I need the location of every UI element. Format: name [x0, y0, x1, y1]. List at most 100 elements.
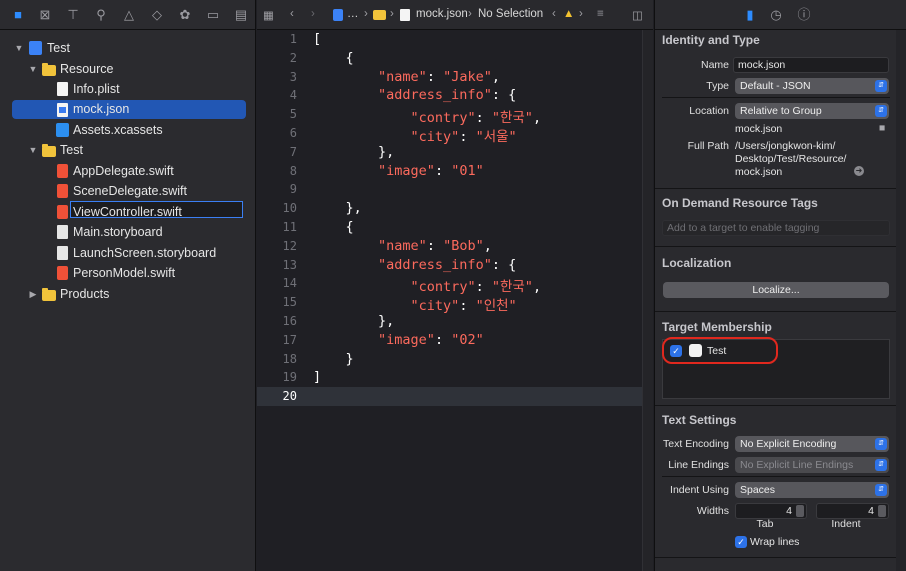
wrap-lines-checkbox[interactable]: ✓ [735, 536, 747, 548]
jump-selection[interactable]: No Selection [478, 8, 543, 20]
type-popup-value: Default - JSON [740, 80, 811, 92]
tree-item-products[interactable]: ▶ Products [0, 284, 256, 304]
line-number: 5 [289, 107, 297, 122]
folder-icon [42, 144, 56, 157]
folder-icon[interactable] [373, 10, 386, 20]
localize-button[interactable]: Localize... [663, 282, 889, 298]
tree-item-scenedelegate[interactable]: SceneDelegate.swift [0, 181, 256, 201]
disclosure-down-icon[interactable]: ▼ [28, 140, 38, 160]
code-line[interactable]: "name": "Bob", [313, 238, 492, 254]
code-line[interactable]: }, [313, 200, 362, 216]
line-number: 17 [282, 332, 297, 347]
code-line[interactable]: "name": "Jake", [313, 69, 500, 85]
code-line[interactable]: "contry": "한국", [313, 106, 542, 126]
disclosure-down-icon[interactable]: ▼ [28, 59, 38, 79]
reveal-arrow-icon[interactable]: ➜ [854, 166, 864, 176]
line-number: 15 [282, 295, 297, 310]
tree-item-main-storyboard[interactable]: Main.storyboard [0, 222, 256, 242]
tree-item-viewcontroller[interactable]: ViewController.swift [0, 202, 256, 222]
tree-item-test-folder[interactable]: ▼ Test [0, 140, 256, 160]
folder-icon [42, 288, 56, 301]
inspector-scrollbar[interactable] [896, 30, 906, 571]
jump-file[interactable]: mock.json [416, 8, 468, 20]
code-line[interactable]: "city": "서울" [313, 125, 517, 145]
code-line[interactable]: { [313, 50, 354, 66]
source-control-icon[interactable]: ⊠ [37, 7, 53, 23]
next-issue-icon[interactable]: › [579, 8, 583, 20]
code-line[interactable]: "contry": "한국", [313, 275, 542, 295]
tree-item-mock-json[interactable]: mock.json [0, 100, 256, 218]
storyboard-file-icon [57, 225, 68, 239]
code-line[interactable]: } [313, 351, 354, 367]
json-file-icon[interactable] [400, 9, 410, 21]
folder-reveal-icon[interactable]: ■ [879, 122, 885, 134]
search-icon[interactable]: ⚲ [93, 7, 109, 23]
tree-item-personmodel[interactable]: PersonModel.swift [0, 263, 256, 283]
test-diamond-icon[interactable]: ◇ [149, 7, 165, 23]
folder-icon[interactable]: ■ [10, 7, 26, 23]
encoding-popup[interactable]: No Explicit Encoding ⇵ [735, 436, 889, 452]
tags-field[interactable]: Add to a target to enable tagging [662, 220, 890, 236]
indent-width-stepper[interactable]: 4 [816, 503, 889, 519]
tab-width-stepper[interactable]: 4 [735, 503, 807, 519]
jump-ellipsis[interactable]: … [347, 8, 359, 20]
line-endings-popup[interactable]: No Explicit Line Endings ⇵ [735, 457, 889, 473]
line-number: 16 [282, 314, 297, 328]
tree-item-resource-folder[interactable]: ▼ Resource [0, 59, 256, 79]
code-line[interactable]: "address_info": { [313, 87, 516, 103]
line-number: 14 [282, 276, 297, 291]
source-editor[interactable]: ▦ ‹ › … › › mock.json › No Selection ‹ ▲… [257, 0, 653, 571]
code-line[interactable]: "address_info": { [313, 257, 516, 273]
grid-icon[interactable]: ▦ [263, 8, 274, 22]
split-editor-icon[interactable]: ◫ [632, 8, 643, 22]
tab-caption: Tab [756, 518, 774, 530]
code-line[interactable]: [ [313, 31, 321, 47]
tree-item-test-project[interactable]: ▼ Test [0, 38, 256, 58]
type-popup[interactable]: Default - JSON ⇵ [735, 78, 889, 94]
widths-label: Widths [696, 505, 729, 517]
code-line[interactable]: "image": "01" [313, 163, 484, 179]
stepper-arrows-icon[interactable] [796, 505, 804, 517]
editor-options-icon[interactable]: ≡ [597, 8, 604, 20]
tree-item-appdelegate[interactable]: AppDelegate.swift [0, 161, 256, 181]
disclosure-down-icon[interactable]: ▼ [14, 38, 24, 58]
location-popup[interactable]: Relative to Group ⇵ [735, 103, 889, 119]
tree-item-label: ViewController.swift [73, 205, 182, 219]
warning-icon[interactable]: △ [121, 7, 137, 23]
code-line[interactable]: ] [313, 369, 321, 385]
debug-spray-icon[interactable]: ✿ [177, 7, 193, 23]
indent-using-label: Indent Using [670, 484, 729, 496]
back-chevron-icon[interactable]: ‹ [290, 8, 294, 20]
section-title-text-settings: Text Settings [662, 413, 737, 427]
swift-file-icon [57, 205, 68, 219]
code-line[interactable]: }, [313, 313, 394, 329]
project-icon[interactable] [333, 9, 343, 21]
line-number: 18 [282, 351, 297, 366]
tree-item-assets[interactable]: Assets.xcassets [0, 120, 256, 140]
code-line[interactable]: }, [313, 144, 394, 160]
navigator-toolbar: ■ ⊠ ⊤ ⚲ △ ◇ ✿ ▭ ▤ [0, 0, 256, 30]
indent-using-popup[interactable]: Spaces ⇵ [735, 482, 889, 498]
code-line[interactable]: "city": "인천" [313, 294, 517, 314]
disclosure-right-icon[interactable]: ▶ [28, 284, 38, 304]
code-line[interactable]: { [313, 219, 354, 235]
hierarchy-icon[interactable]: ⊤ [65, 7, 81, 23]
editor-scrollbar[interactable] [642, 30, 653, 571]
name-field[interactable]: mock.json [733, 57, 889, 73]
section-title-target: Target Membership [662, 320, 772, 334]
report-icon[interactable]: ▤ [233, 7, 249, 23]
highlight-annotation-ring [662, 337, 778, 364]
help-icon[interactable]: ⓘ [796, 7, 812, 23]
stepper-arrows-icon[interactable] [878, 505, 886, 517]
code-line[interactable]: "image": "02" [313, 332, 484, 348]
history-icon[interactable]: ◷ [768, 7, 784, 23]
prev-issue-icon[interactable]: ‹ [552, 8, 556, 20]
warning-icon[interactable]: ▲ [563, 8, 574, 20]
tree-item-launchscreen[interactable]: LaunchScreen.storyboard [0, 243, 256, 263]
forward-chevron-icon[interactable]: › [311, 8, 315, 20]
breakpoint-icon[interactable]: ▭ [205, 7, 221, 23]
tree-item-info-plist[interactable]: Info.plist [0, 79, 256, 99]
file-inspector-icon[interactable]: ▮ [742, 7, 758, 23]
section-title-localization: Localization [662, 256, 732, 270]
line-endings-label: Line Endings [668, 459, 729, 471]
